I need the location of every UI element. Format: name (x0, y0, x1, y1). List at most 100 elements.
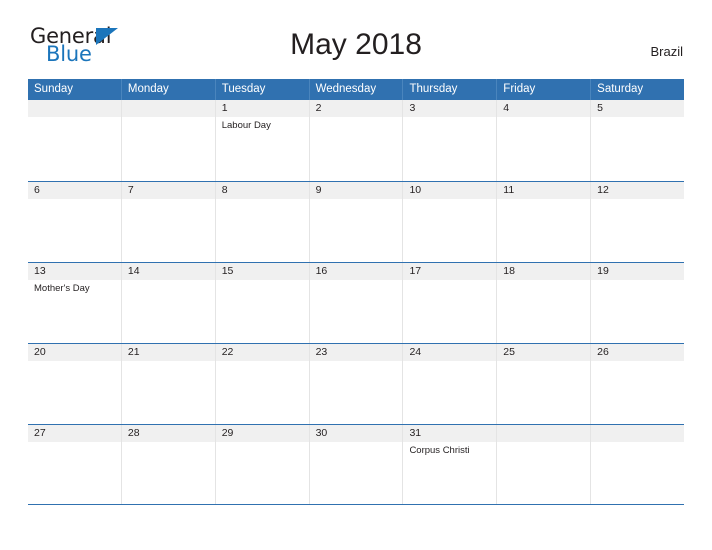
day-events (122, 199, 215, 202)
weekday-monday: Monday (122, 79, 216, 100)
day-events: Labour Day (216, 117, 309, 132)
calendar-day-cell[interactable]: 23 (309, 344, 404, 424)
day-number: 6 (28, 182, 121, 199)
calendar-day-cell[interactable]: 17 (403, 263, 498, 343)
calendar-day-cell[interactable]: 6 (28, 182, 122, 262)
calendar-day-empty (591, 425, 685, 504)
day-number: 9 (309, 182, 403, 199)
weekday-wednesday: Wednesday (310, 79, 404, 100)
holiday-label: Mother's Day (34, 283, 90, 294)
calendar-day-cell[interactable]: 21 (121, 344, 216, 424)
calendar-day-cell[interactable]: 7 (121, 182, 216, 262)
day-events (216, 199, 309, 202)
page-title: May 2018 (290, 28, 422, 61)
day-number: 11 (497, 182, 591, 199)
day-events (497, 442, 590, 445)
day-events (122, 361, 215, 364)
day-events (497, 199, 590, 202)
day-events (403, 117, 496, 120)
calendar-day-cell[interactable]: 11 (497, 182, 592, 262)
day-events (591, 361, 684, 364)
calendar-day-cell[interactable]: 10 (403, 182, 498, 262)
calendar-day-empty (121, 100, 216, 181)
weekday-thursday: Thursday (403, 79, 498, 100)
day-events (28, 361, 121, 364)
calendar-day-cell[interactable]: 27 (28, 425, 122, 504)
day-events: Mother's Day (28, 280, 121, 295)
page-header: General Blue May 2018 Brazil (0, 0, 712, 65)
calendar-day-cell[interactable]: 14 (121, 263, 216, 343)
day-events (310, 199, 403, 202)
day-events (310, 117, 403, 120)
day-events (310, 280, 403, 283)
calendar-day-cell[interactable]: 19 (591, 263, 685, 343)
calendar-day-cell[interactable]: 26 (591, 344, 685, 424)
day-events (403, 361, 496, 364)
calendar-day-cell[interactable]: 29 (215, 425, 310, 504)
day-events: Corpus Christi (403, 442, 496, 457)
day-events (28, 199, 121, 202)
day-number: 29 (215, 425, 309, 442)
day-events (497, 361, 590, 364)
day-events (591, 442, 684, 445)
calendar-day-cell[interactable]: 24 (403, 344, 498, 424)
day-number: 7 (121, 182, 215, 199)
calendar-page: General Blue May 2018 Brazil Sunday Mond… (0, 0, 712, 550)
calendar-day-cell[interactable]: 28 (121, 425, 216, 504)
calendar-day-cell[interactable]: 12 (591, 182, 685, 262)
calendar-day-cell[interactable]: 1 Labour Day (215, 100, 310, 181)
day-events (591, 280, 684, 283)
day-number: 19 (591, 263, 685, 280)
calendar-day-cell[interactable]: 4 (497, 100, 592, 181)
day-number (121, 100, 215, 117)
calendar-week-row: 20 21 22 23 24 25 26 (28, 343, 685, 424)
calendar-day-cell[interactable]: 9 (309, 182, 404, 262)
calendar-day-cell[interactable]: 8 (215, 182, 310, 262)
calendar-day-cell[interactable]: 20 (28, 344, 122, 424)
day-events (497, 280, 590, 283)
calendar-day-cell[interactable]: 30 (309, 425, 404, 504)
day-number: 2 (309, 100, 403, 117)
calendar-day-cell[interactable]: 15 (215, 263, 310, 343)
day-number: 17 (403, 263, 497, 280)
day-number: 21 (121, 344, 215, 361)
weekday-tuesday: Tuesday (216, 79, 310, 100)
day-events (28, 117, 121, 120)
day-number: 30 (309, 425, 403, 442)
day-events (403, 280, 496, 283)
calendar-day-cell[interactable]: 25 (497, 344, 592, 424)
day-number: 26 (591, 344, 685, 361)
day-number (28, 100, 121, 117)
calendar-day-cell[interactable]: 31 Corpus Christi (403, 425, 498, 504)
day-number: 3 (403, 100, 497, 117)
day-number: 18 (497, 263, 591, 280)
calendar-day-cell[interactable]: 2 (309, 100, 404, 181)
day-number: 22 (215, 344, 309, 361)
calendar-day-cell[interactable]: 22 (215, 344, 310, 424)
day-number: 12 (591, 182, 685, 199)
weekday-sunday: Sunday (28, 79, 122, 100)
calendar-day-cell[interactable]: 3 (403, 100, 498, 181)
day-events (497, 117, 590, 120)
holiday-label: Labour Day (221, 120, 271, 131)
calendar-day-cell[interactable]: 18 (497, 263, 592, 343)
day-events (310, 442, 403, 445)
calendar-week-row: 27 28 29 30 31 Corpus Christi (28, 424, 685, 505)
day-number: 20 (28, 344, 121, 361)
day-number: 15 (215, 263, 309, 280)
day-number: 24 (403, 344, 497, 361)
weekday-friday: Friday (497, 79, 592, 100)
day-number: 1 (215, 100, 309, 117)
day-number (591, 425, 685, 442)
calendar-week-row: 13 Mother's Day 14 15 16 17 18 19 (28, 262, 685, 343)
day-events (310, 361, 403, 364)
day-events (122, 442, 215, 445)
day-number: 14 (121, 263, 215, 280)
day-events (122, 117, 215, 120)
day-events (591, 117, 684, 120)
calendar-day-cell[interactable]: 16 (309, 263, 404, 343)
calendar-day-cell[interactable]: 5 (591, 100, 685, 181)
day-number: 23 (309, 344, 403, 361)
day-number: 10 (403, 182, 497, 199)
calendar-day-cell[interactable]: 13 Mother's Day (28, 263, 122, 343)
